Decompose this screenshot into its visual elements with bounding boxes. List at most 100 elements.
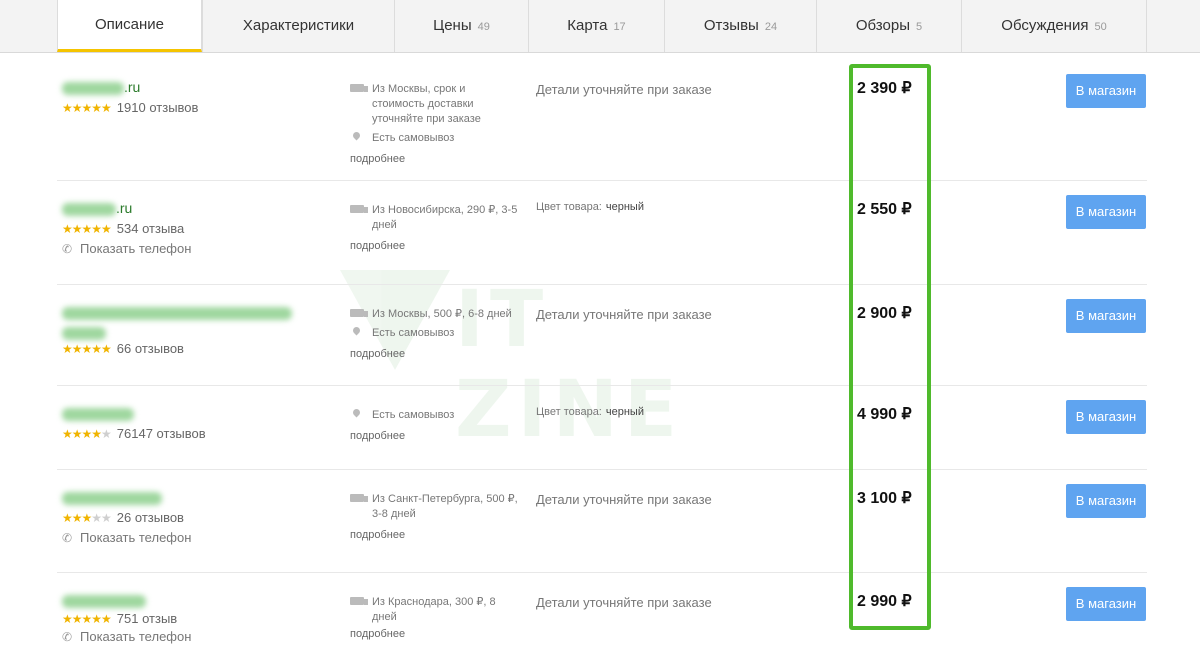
more-link[interactable]: подробнее	[350, 429, 520, 444]
reviews-count: 751 отзыв	[116, 611, 178, 626]
offer-row: .ru ★★★★★ 1910 отзывов Из Москвы, срок и …	[57, 60, 1147, 181]
more-link[interactable]: подробнее	[350, 528, 520, 543]
tab-label: Обсуждения	[1001, 17, 1089, 34]
offer-row: ★★★★★ 66 отзывов Из Москвы, 500 ₽, 6-8 дн…	[57, 285, 1147, 386]
tab-label: Обзоры	[855, 17, 910, 34]
delivery-info: Из Краснодара, 300 ₽, 8 дней подробнее	[350, 595, 520, 642]
delivery-info: Есть самовывоз подробнее	[350, 407, 520, 444]
pickup-line: Есть самовывоз	[350, 325, 520, 341]
offer-details: Детали уточняйте при заказе	[536, 492, 712, 507]
delivery-info: Из Москвы, 500 ₽, 6-8 дней Есть самовыво…	[350, 307, 520, 362]
to-shop-button[interactable]: В магазин	[1066, 484, 1146, 518]
rating-stars: ★★★★★	[62, 101, 112, 115]
delivery-info: Из Москвы, срок и стоимость доставки уто…	[350, 82, 520, 167]
rating-stars: ★★★★★	[62, 427, 112, 441]
shop-name-blurred	[62, 407, 134, 421]
shop-rating[interactable]: ★★★★★ 534 отзыва	[62, 221, 191, 237]
shop-name-blurred	[62, 594, 146, 608]
show-phone-link[interactable]: ✆ Показать телефон	[62, 530, 191, 546]
reviews-count: 26 отзывов	[116, 510, 184, 525]
delivery-text: Из Москвы, срок и стоимость доставки уто…	[372, 83, 481, 125]
offer-row: ★★★★★ 76147 отзывов Есть самовывоз подроб…	[57, 386, 1147, 470]
delivery-line: Из Новосибирска, 290 ₽, 3-5 дней	[350, 203, 520, 233]
pin-icon	[351, 407, 362, 418]
price-highlight-frame	[849, 64, 931, 630]
tab-prices[interactable]: Цены 49	[394, 0, 528, 52]
truck-icon	[350, 309, 368, 317]
phone-text: Показать телефон	[80, 629, 192, 644]
offer-details: Цвет товара: черный	[536, 406, 644, 418]
delivery-text: Из Санкт-Петербурга, 500 ₽, 3-8 дней	[372, 493, 518, 520]
shop-name-link[interactable]	[62, 488, 191, 506]
phone-icon: ✆	[62, 531, 73, 545]
delivery-text: Из Краснодара, 300 ₽, 8 дней	[372, 596, 496, 623]
rating-stars: ★★★★★	[62, 342, 112, 356]
more-link[interactable]: подробнее	[350, 347, 520, 362]
offer-row: ★★★★★ 26 отзывов ✆ Показать телефон Из Сан…	[57, 470, 1147, 573]
tab-label: Отзывы	[703, 17, 759, 34]
shop-info: ★★★★★ 26 отзывов ✆ Показать телефон	[62, 488, 191, 546]
delivery-line: Из Краснодара, 300 ₽, 8 дней	[350, 595, 520, 625]
tab-count: 24	[764, 21, 778, 33]
tab-bar: Описание Характеристики Цены 49 Карта 17 О…	[0, 0, 1200, 53]
shop-name-blurred	[62, 491, 162, 505]
to-shop-button[interactable]: В магазин	[1066, 587, 1146, 621]
shop-name-blurred	[62, 306, 292, 320]
shop-name-blurred	[62, 81, 124, 95]
tab-reviews[interactable]: Отзывы 24	[664, 0, 816, 52]
offer-details: Детали уточняйте при заказе	[536, 82, 712, 97]
tab-map[interactable]: Карта 17	[528, 0, 664, 52]
tab-label: Характеристики	[242, 17, 355, 34]
phone-icon: ✆	[62, 242, 73, 256]
tab-divider	[1146, 0, 1147, 52]
rating-stars: ★★★★★	[62, 222, 112, 236]
tab-description[interactable]: Описание	[57, 0, 202, 52]
shop-name-link[interactable]: .ru	[62, 199, 191, 217]
shop-name-link[interactable]: .ru	[62, 78, 198, 96]
to-shop-button[interactable]: В магазин	[1066, 299, 1146, 333]
to-shop-button[interactable]: В магазин	[1066, 400, 1146, 434]
to-shop-button[interactable]: В магазин	[1066, 195, 1146, 229]
color-label: Цвет товара:	[536, 406, 602, 418]
delivery-text: Из Москвы, 500 ₽, 6-8 дней	[372, 308, 512, 320]
shop-rating[interactable]: ★★★★★ 751 отзыв	[62, 611, 191, 627]
more-link[interactable]: подробнее	[350, 627, 520, 642]
tab-specifications[interactable]: Характеристики	[202, 0, 394, 52]
delivery-info: Из Санкт-Петербурга, 500 ₽, 3-8 дней под…	[350, 492, 520, 543]
offer-row: .ru ★★★★★ 534 отзыва ✆ Показать телефон Из…	[57, 181, 1147, 285]
shop-domain: .ru	[116, 200, 133, 216]
delivery-line: Из Москвы, срок и стоимость доставки уто…	[350, 82, 520, 127]
show-phone-link[interactable]: ✆ Показать телефон	[62, 629, 191, 645]
reviews-count: 534 отзыва	[116, 221, 185, 236]
shop-info: .ru ★★★★★ 1910 отзывов	[62, 78, 198, 116]
tab-overviews[interactable]: Обзоры 5	[816, 0, 961, 52]
show-phone-link[interactable]: ✆ Показать телефон	[62, 241, 191, 257]
tab-discussions[interactable]: Обсуждения 50	[961, 0, 1146, 52]
reviews-count: 66 отзывов	[116, 341, 184, 356]
shop-rating[interactable]: ★★★★★ 26 отзывов	[62, 510, 191, 526]
shop-info: ★★★★★ 751 отзыв ✆ Показать телефон	[62, 591, 191, 645]
shop-rating[interactable]: ★★★★★ 76147 отзывов	[62, 426, 206, 442]
truck-icon	[350, 205, 368, 213]
more-link[interactable]: подробнее	[350, 239, 520, 254]
shop-rating[interactable]: ★★★★★ 1910 отзывов	[62, 100, 198, 116]
shop-name-link[interactable]	[62, 591, 191, 609]
more-link[interactable]: подробнее	[350, 152, 520, 167]
pickup-line: Есть самовывоз	[350, 130, 520, 146]
shop-name-link[interactable]	[62, 303, 292, 340]
shop-rating[interactable]: ★★★★★ 66 отзывов	[62, 341, 292, 357]
truck-icon	[350, 597, 368, 605]
pin-icon	[351, 325, 362, 336]
color-value: черный	[605, 406, 644, 418]
phone-text: Показать телефон	[80, 241, 192, 256]
to-shop-button[interactable]: В магазин	[1066, 74, 1146, 108]
tab-label: Карта	[567, 17, 608, 34]
shop-info: ★★★★★ 66 отзывов	[62, 303, 292, 357]
delivery-text: Из Новосибирска, 290 ₽, 3-5 дней	[372, 204, 518, 231]
tab-label: Цены	[433, 17, 472, 34]
tab-count: 49	[477, 21, 490, 33]
shop-name-link[interactable]	[62, 404, 206, 422]
pickup-text: Есть самовывоз	[372, 409, 455, 421]
tab-count: 50	[1094, 21, 1107, 33]
rating-stars: ★★★★★	[62, 612, 112, 626]
